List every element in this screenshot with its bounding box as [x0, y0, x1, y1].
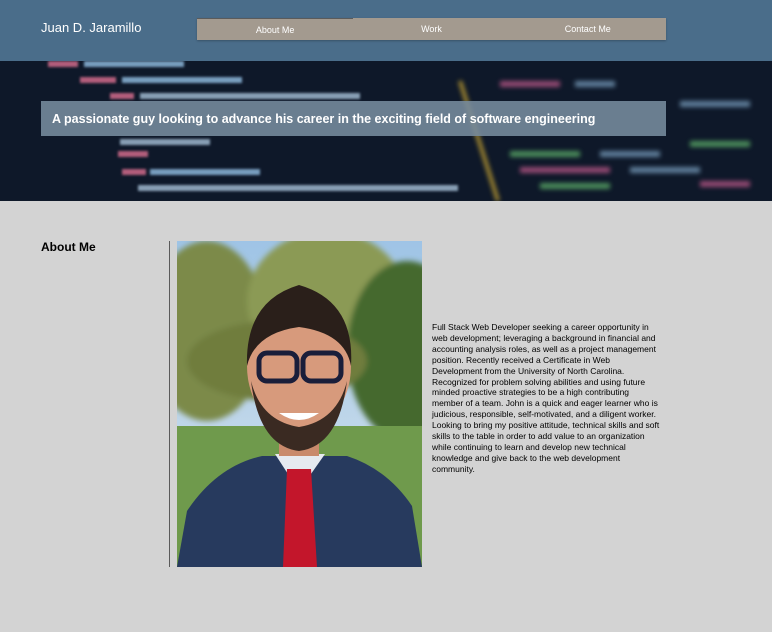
nav-bar: About Me Work Contact Me	[197, 18, 666, 40]
tagline-box: A passionate guy looking to advance his …	[41, 101, 666, 136]
nav-contact-me[interactable]: Contact Me	[510, 18, 666, 40]
hero-banner: A passionate guy looking to advance his …	[0, 61, 772, 201]
bio-text: Full Stack Web Developer seeking a caree…	[432, 322, 660, 474]
tagline: A passionate guy looking to advance his …	[52, 112, 596, 126]
about-section-title: About Me	[41, 240, 96, 254]
site-name[interactable]: Juan D. Jaramillo	[41, 20, 141, 35]
profile-photo	[177, 241, 422, 567]
nav-work[interactable]: Work	[353, 18, 509, 40]
site-header: Juan D. Jaramillo About Me Work Contact …	[0, 0, 772, 61]
section-divider	[169, 241, 170, 567]
nav-about-me[interactable]: About Me	[197, 18, 354, 40]
